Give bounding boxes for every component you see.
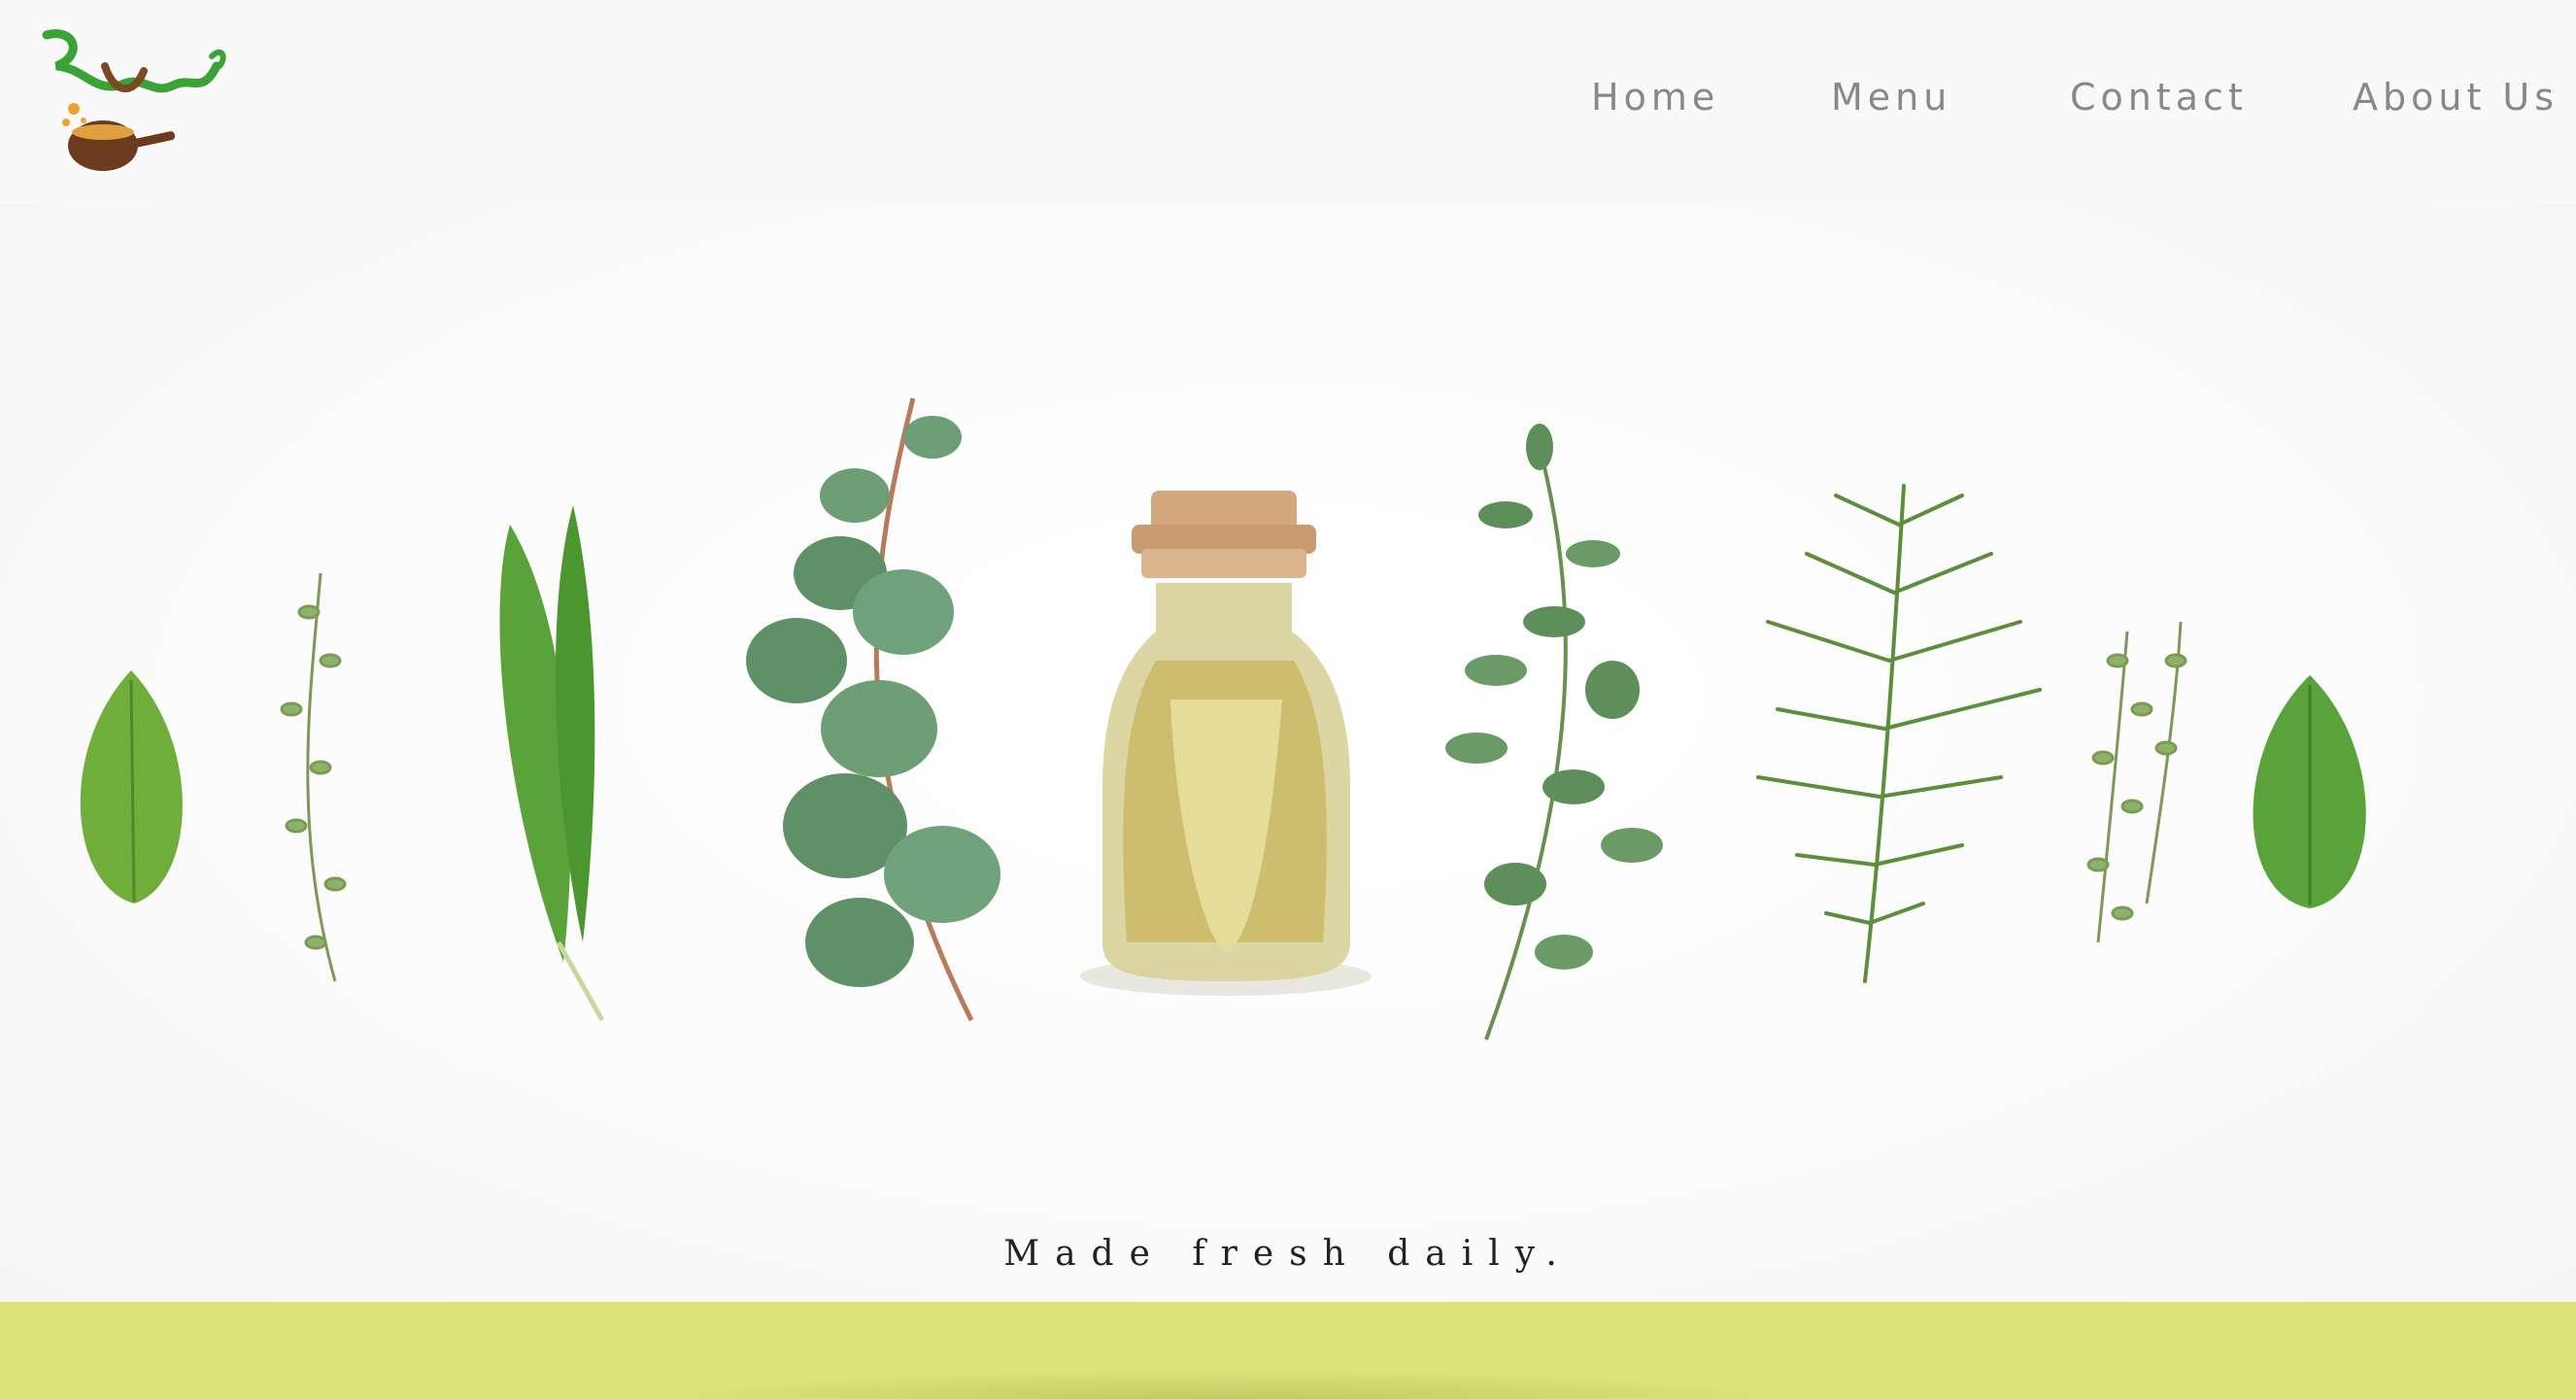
thyme-sprig-icon xyxy=(2086,621,2187,943)
main-nav: Home Menu Contact About Us xyxy=(0,76,2576,134)
herbs-illustration xyxy=(80,397,2366,1041)
eucalyptus-sprig-icon xyxy=(1445,424,1663,1041)
band-shadow xyxy=(661,1370,1787,1399)
aloe-leaf-icon xyxy=(499,505,605,1022)
mint-leaf-icon xyxy=(80,670,183,904)
mint-leaf-icon xyxy=(2253,675,2366,908)
nav-link-contact[interactable]: Contact xyxy=(2070,76,2248,119)
hero-tagline: Made fresh daily. xyxy=(1003,1234,1573,1274)
eucalyptus-branch-icon xyxy=(746,397,1000,1022)
site-header: Home Menu Contact About Us xyxy=(0,0,2576,204)
nav-link-about-us[interactable]: About Us xyxy=(2353,76,2559,119)
thyme-sprig-icon xyxy=(280,572,347,982)
nav-link-menu[interactable]: Menu xyxy=(1831,76,1951,119)
hero-image xyxy=(0,204,2576,1302)
rosemary-sprig-icon xyxy=(1756,484,2042,983)
oil-bottle-icon xyxy=(1080,491,1372,996)
nav-link-home[interactable]: Home xyxy=(1591,76,1719,119)
